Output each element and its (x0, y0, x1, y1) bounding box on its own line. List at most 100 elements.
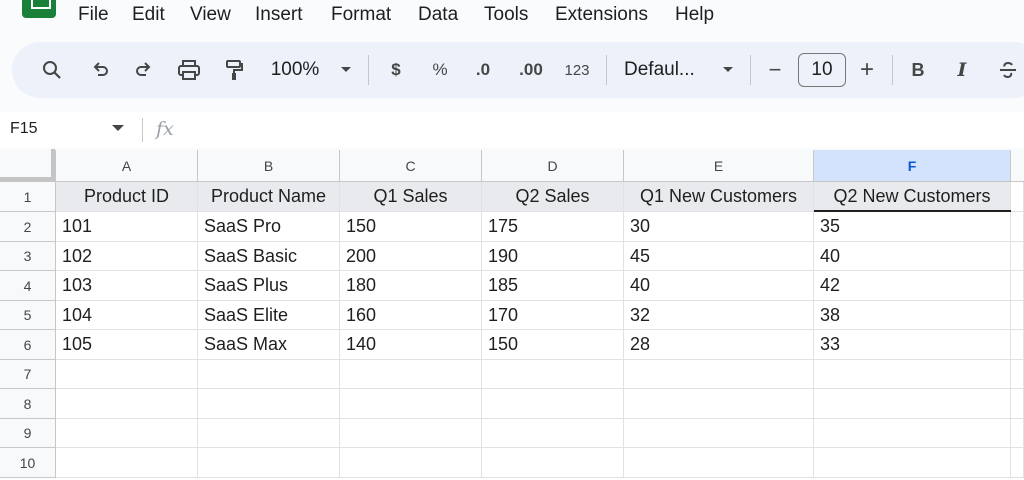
cell-g9[interactable] (1011, 419, 1024, 448)
currency-format-button[interactable]: $ (384, 56, 408, 84)
search-icon[interactable] (38, 56, 66, 84)
cell-b2[interactable]: SaaS Pro (198, 212, 340, 242)
cell-f2[interactable]: 35 (814, 212, 1011, 242)
zoom-select[interactable]: 100% (266, 56, 324, 84)
column-header-g[interactable] (1011, 150, 1024, 182)
menu-help[interactable]: Help (675, 4, 714, 26)
cell-d8[interactable] (482, 389, 624, 419)
number-format-button[interactable]: 123 (562, 56, 592, 84)
sheets-logo-icon[interactable] (22, 0, 56, 18)
cell-d1[interactable]: Q2 Sales (482, 182, 624, 212)
cell-d3[interactable]: 190 (482, 242, 624, 271)
font-caret-icon[interactable] (720, 56, 736, 84)
print-icon[interactable] (174, 56, 204, 84)
cell-e7[interactable] (624, 360, 814, 389)
cell-c3[interactable]: 200 (340, 242, 482, 271)
menu-insert[interactable]: Insert (255, 4, 303, 26)
increase-font-size-button[interactable]: + (856, 56, 878, 84)
row-header[interactable]: 9 (0, 419, 56, 448)
cell-g3[interactable] (1011, 242, 1024, 271)
cell-b8[interactable] (198, 389, 340, 419)
column-header-f[interactable]: F (814, 150, 1011, 182)
cell-g1[interactable] (1011, 182, 1024, 212)
cell-f1[interactable]: Q2 New Customers (814, 182, 1011, 212)
cell-g4[interactable] (1011, 271, 1024, 301)
cell-d4[interactable]: 185 (482, 271, 624, 301)
menu-edit[interactable]: Edit (132, 4, 165, 26)
decrease-font-size-button[interactable]: − (764, 56, 786, 84)
increase-decimal-button[interactable]: .00 (514, 56, 548, 84)
menu-format[interactable]: Format (331, 4, 391, 26)
row-header[interactable]: 7 (0, 360, 56, 389)
cell-b4[interactable]: SaaS Plus (198, 271, 340, 301)
cell-c2[interactable]: 150 (340, 212, 482, 242)
cell-g2[interactable] (1011, 212, 1024, 242)
cell-a8[interactable] (56, 389, 198, 419)
cell-a5[interactable]: 104 (56, 301, 198, 330)
cell-f7[interactable] (814, 360, 1011, 389)
cell-c9[interactable] (340, 419, 482, 448)
bold-button[interactable]: B (906, 56, 930, 84)
cell-a7[interactable] (56, 360, 198, 389)
menu-file[interactable]: File (78, 4, 109, 26)
column-header-e[interactable]: E (624, 150, 814, 182)
menu-view[interactable]: View (190, 4, 231, 26)
cell-e6[interactable]: 28 (624, 330, 814, 360)
menu-extensions[interactable]: Extensions (555, 4, 648, 26)
cell-d7[interactable] (482, 360, 624, 389)
row-header[interactable]: 6 (0, 330, 56, 360)
select-all-corner[interactable] (0, 149, 56, 182)
cell-a10[interactable] (56, 448, 198, 478)
paint-format-icon[interactable] (220, 56, 248, 84)
column-header-a[interactable]: A (56, 150, 198, 182)
row-header[interactable]: 5 (0, 301, 56, 330)
cell-a1[interactable]: Product ID (56, 182, 198, 212)
cell-a9[interactable] (56, 419, 198, 448)
cell-f9[interactable] (814, 419, 1011, 448)
cell-f4[interactable]: 42 (814, 271, 1011, 301)
cell-d10[interactable] (482, 448, 624, 478)
cell-g5[interactable] (1011, 301, 1024, 330)
cell-e1[interactable]: Q1 New Customers (624, 182, 814, 212)
cell-b5[interactable]: SaaS Elite (198, 301, 340, 330)
cell-d2[interactable]: 175 (482, 212, 624, 242)
undo-icon[interactable] (86, 56, 114, 84)
cell-c1[interactable]: Q1 Sales (340, 182, 482, 212)
decrease-decimal-button[interactable]: .0 (468, 56, 498, 84)
cell-c7[interactable] (340, 360, 482, 389)
cell-a2[interactable]: 101 (56, 212, 198, 242)
cell-e8[interactable] (624, 389, 814, 419)
cell-b9[interactable] (198, 419, 340, 448)
cell-b10[interactable] (198, 448, 340, 478)
redo-icon[interactable] (130, 56, 158, 84)
cell-f5[interactable]: 38 (814, 301, 1011, 330)
cell-e3[interactable]: 45 (624, 242, 814, 271)
cell-c10[interactable] (340, 448, 482, 478)
row-header[interactable]: 3 (0, 242, 56, 271)
cell-d9[interactable] (482, 419, 624, 448)
cell-e10[interactable] (624, 448, 814, 478)
font-family-select[interactable]: Defaul... (624, 56, 710, 84)
column-header-d[interactable]: D (482, 150, 624, 182)
cell-b7[interactable] (198, 360, 340, 389)
name-box-caret-icon[interactable] (112, 125, 124, 131)
name-box[interactable]: F15 (10, 120, 38, 138)
cell-e2[interactable]: 30 (624, 212, 814, 242)
percent-format-button[interactable]: % (428, 56, 452, 84)
cell-a3[interactable]: 102 (56, 242, 198, 271)
menu-tools[interactable]: Tools (484, 4, 528, 26)
cell-g6[interactable] (1011, 330, 1024, 360)
cell-c8[interactable] (340, 389, 482, 419)
cell-g8[interactable] (1011, 389, 1024, 419)
cell-c4[interactable]: 180 (340, 271, 482, 301)
row-header[interactable]: 2 (0, 212, 56, 242)
cell-b1[interactable]: Product Name (198, 182, 340, 212)
cell-c5[interactable]: 160 (340, 301, 482, 330)
cell-f8[interactable] (814, 389, 1011, 419)
row-header[interactable]: 1 (0, 182, 56, 212)
cell-f10[interactable] (814, 448, 1011, 478)
cell-c6[interactable]: 140 (340, 330, 482, 360)
cell-e4[interactable]: 40 (624, 271, 814, 301)
cell-a6[interactable]: 105 (56, 330, 198, 360)
row-header[interactable]: 4 (0, 271, 56, 301)
